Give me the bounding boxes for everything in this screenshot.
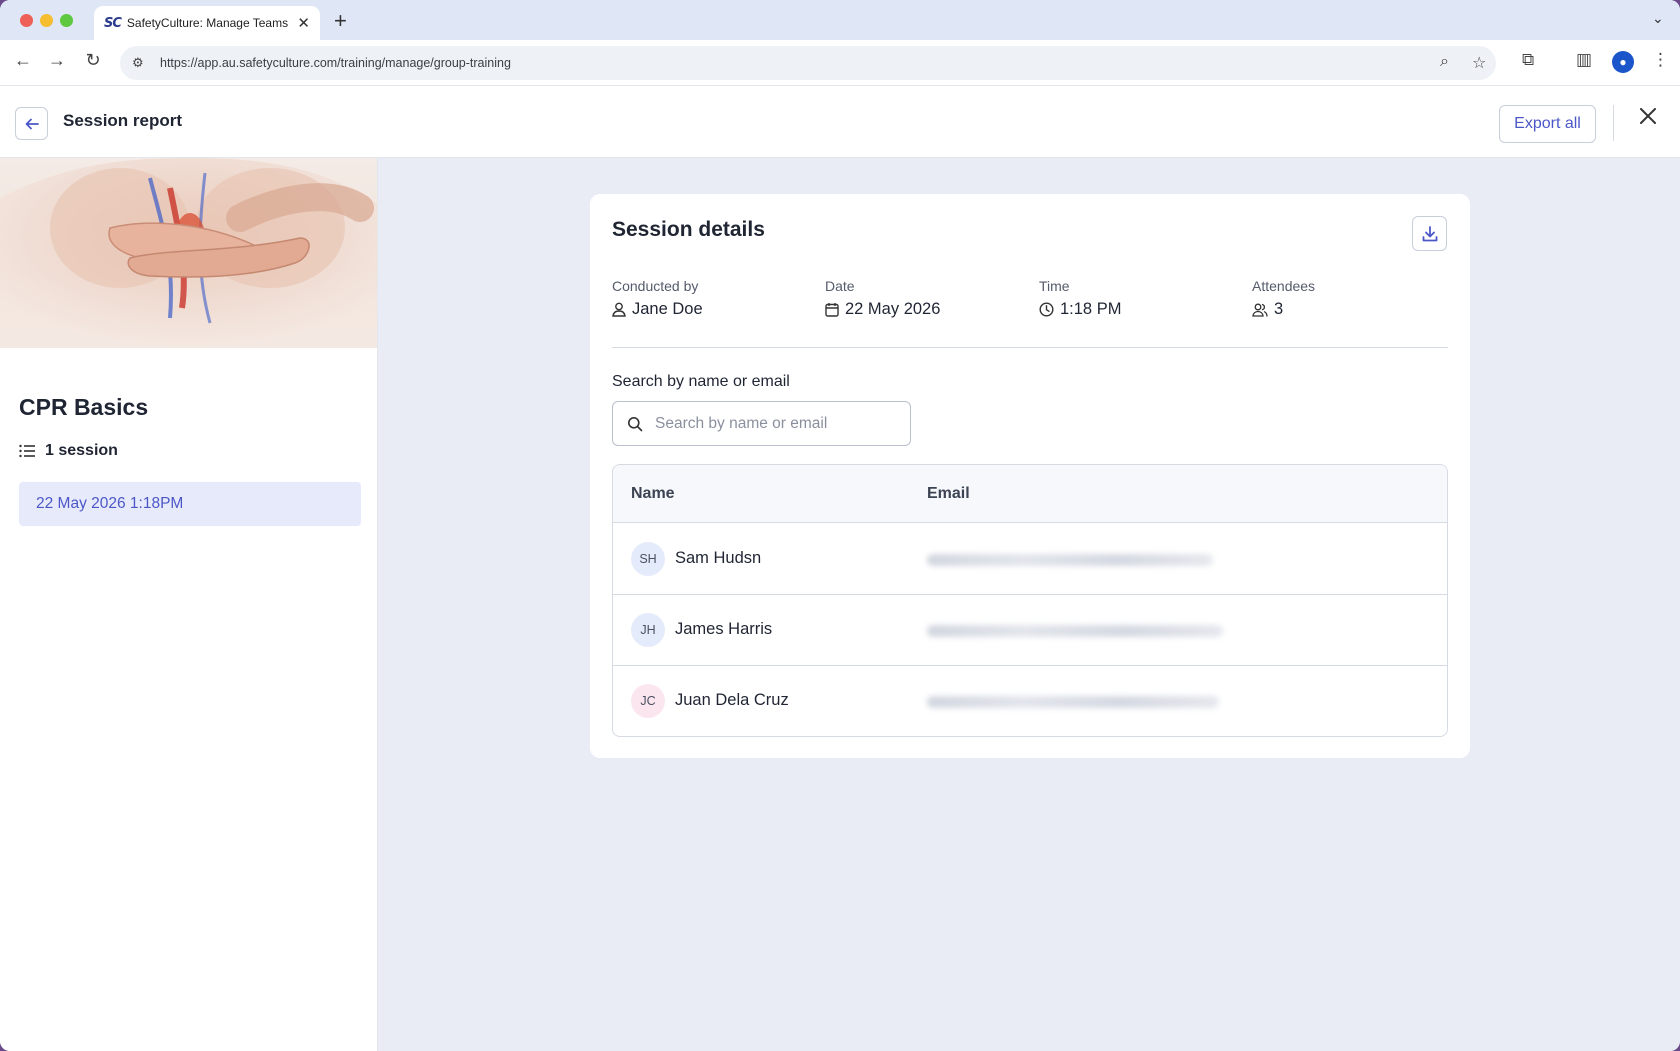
calendar-icon bbox=[825, 303, 839, 317]
arrow-left-icon bbox=[25, 118, 39, 129]
tab-search-chevron-icon[interactable]: ⌄ bbox=[1652, 10, 1664, 27]
download-icon bbox=[1422, 225, 1437, 241]
attendees-value-row: 3 bbox=[1252, 300, 1315, 319]
attendee-name: Juan Dela Cruz bbox=[675, 691, 789, 709]
avatar: JH bbox=[631, 613, 665, 647]
browser-tab[interactable]: SC SafetyCulture: Manage Teams and... ✕ bbox=[94, 6, 320, 40]
reload-icon[interactable]: ↻ bbox=[82, 50, 104, 71]
column-header-name[interactable]: Name bbox=[631, 485, 675, 503]
list-icon bbox=[19, 444, 35, 458]
back-button[interactable] bbox=[15, 107, 48, 140]
table-row[interactable]: SH Sam Hudsn bbox=[613, 524, 1447, 595]
details-divider bbox=[612, 347, 1448, 348]
conducted-by-value: Jane Doe bbox=[632, 300, 703, 318]
sidebar-session-item[interactable]: 22 May 2026 1:18PM bbox=[19, 482, 361, 526]
header-divider bbox=[1613, 105, 1614, 141]
time-value-row: 1:18 PM bbox=[1039, 300, 1121, 319]
search-icon bbox=[628, 416, 643, 431]
time-field: Time 1:18 PM bbox=[1039, 278, 1121, 319]
session-details-card: Session details Conducted by Jane Doe Da… bbox=[590, 194, 1470, 758]
cpr-illustration-icon bbox=[0, 158, 377, 348]
url-text: https://app.au.safetyculture.com/trainin… bbox=[160, 56, 511, 70]
attendees-table: Name Email SH Sam Hudsn JH James Harris … bbox=[612, 464, 1448, 737]
site-settings-icon[interactable]: ⚙ bbox=[132, 55, 152, 71]
course-sidebar: CPR Basics 1 session 22 May 2026 1:18PM bbox=[0, 158, 378, 1051]
minimize-window-button[interactable] bbox=[40, 14, 53, 27]
conducted-by-field: Conducted by Jane Doe bbox=[612, 278, 703, 319]
table-row[interactable]: JH James Harris bbox=[613, 595, 1447, 666]
page-title: Session report bbox=[63, 111, 183, 130]
zoom-icon[interactable]: ⌕ bbox=[1440, 53, 1449, 71]
close-tab-icon[interactable]: ✕ bbox=[297, 14, 310, 32]
users-icon bbox=[1252, 303, 1268, 317]
profile-avatar-icon[interactable]: ● bbox=[1612, 51, 1634, 73]
avatar: JC bbox=[631, 684, 665, 718]
attendees-value: 3 bbox=[1274, 300, 1284, 318]
date-value-row: 22 May 2026 bbox=[825, 300, 940, 319]
browser-window: SC SafetyCulture: Manage Teams and... ✕ … bbox=[0, 0, 1680, 1051]
close-window-button[interactable] bbox=[20, 14, 33, 27]
attendee-email-redacted bbox=[927, 554, 1213, 566]
session-count: 1 session bbox=[19, 442, 118, 460]
conducted-by-label: Conducted by bbox=[612, 278, 699, 294]
maximize-window-button[interactable] bbox=[60, 14, 73, 27]
attendee-email-redacted bbox=[927, 625, 1223, 637]
card-title: Session details bbox=[612, 218, 765, 241]
session-count-label: 1 session bbox=[45, 442, 118, 459]
table-row[interactable]: JC Juan Dela Cruz bbox=[613, 666, 1447, 736]
app-header: Session report Export all bbox=[0, 87, 1680, 158]
date-value: 22 May 2026 bbox=[845, 300, 941, 318]
extensions-icon[interactable]: ⧉ bbox=[1522, 50, 1534, 70]
browser-toolbar: ← → ↻ ⚙ https://app.au.safetyculture.com… bbox=[0, 40, 1680, 86]
tab-title: SafetyCulture: Manage Teams and... bbox=[126, 16, 292, 30]
course-cover-image bbox=[0, 158, 377, 348]
attendees-label: Attendees bbox=[1252, 278, 1316, 294]
export-all-button[interactable]: Export all bbox=[1499, 105, 1596, 143]
course-title: CPR Basics bbox=[19, 394, 149, 420]
bookmark-star-icon[interactable]: ☆ bbox=[1472, 53, 1486, 73]
user-icon bbox=[612, 302, 626, 317]
time-label: Time bbox=[1039, 278, 1070, 294]
column-header-email[interactable]: Email bbox=[927, 485, 970, 503]
search-input[interactable] bbox=[655, 414, 895, 433]
search-label: Search by name or email bbox=[612, 373, 790, 390]
attendee-email-redacted bbox=[927, 696, 1219, 708]
search-field[interactable] bbox=[612, 401, 911, 446]
date-field: Date 22 May 2026 bbox=[825, 278, 940, 319]
table-header: Name Email bbox=[613, 465, 1447, 523]
attendee-name: James Harris bbox=[675, 620, 773, 638]
side-panel-icon[interactable]: ▥ bbox=[1576, 50, 1592, 70]
back-arrow-icon[interactable]: ← bbox=[12, 50, 34, 71]
clock-icon bbox=[1039, 302, 1054, 317]
download-button[interactable] bbox=[1412, 216, 1447, 251]
tab-strip: SC SafetyCulture: Manage Teams and... ✕ … bbox=[0, 0, 1680, 40]
time-value: 1:18 PM bbox=[1060, 300, 1122, 318]
safetyculture-favicon-icon: SC bbox=[104, 15, 122, 31]
close-icon[interactable] bbox=[1638, 105, 1658, 133]
attendees-field: Attendees 3 bbox=[1252, 278, 1315, 319]
date-label: Date bbox=[825, 278, 855, 294]
conducted-by-value-row: Jane Doe bbox=[612, 300, 703, 319]
attendee-name: Sam Hudsn bbox=[675, 549, 762, 567]
new-tab-icon[interactable]: + bbox=[334, 8, 347, 34]
avatar: SH bbox=[631, 542, 665, 576]
forward-arrow-icon[interactable]: → bbox=[46, 50, 68, 71]
main-content: Session details Conducted by Jane Doe Da… bbox=[378, 158, 1680, 1051]
address-bar[interactable]: ⚙ https://app.au.safetyculture.com/train… bbox=[120, 46, 1496, 80]
more-menu-icon[interactable]: ⋮ bbox=[1652, 50, 1669, 70]
